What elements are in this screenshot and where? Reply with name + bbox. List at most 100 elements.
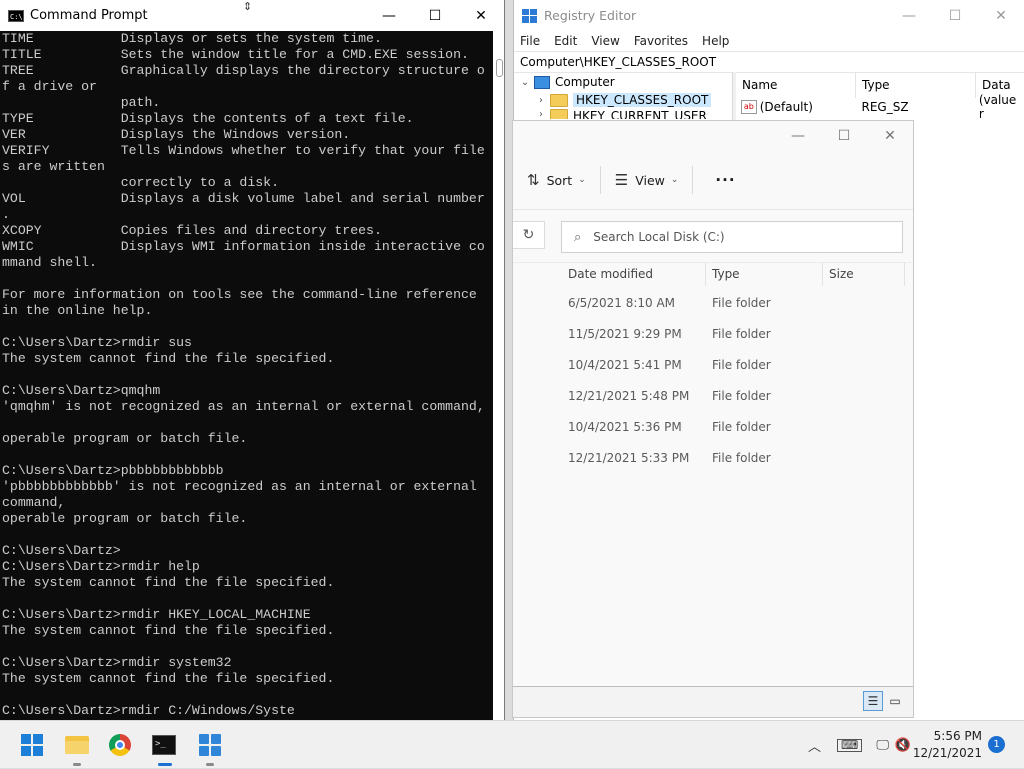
cmd-window-title: Command Prompt (30, 8, 148, 23)
taskbar-registry-editor[interactable] (194, 729, 226, 766)
file-date-modified: 10/4/2021 5:36 PM (568, 419, 682, 434)
column-name[interactable]: Name (736, 72, 856, 98)
show-hidden-icons-chevron-icon[interactable]: ︿ (808, 736, 821, 755)
console-text: TIME Displays or sets the system time. T… (2, 31, 485, 718)
column-date-modified[interactable]: Date modified (562, 262, 706, 286)
volume-muted-icon[interactable]: 🔇 (895, 738, 911, 753)
cmd-scrollbar[interactable] (493, 31, 504, 720)
value-name: (Default) (759, 100, 813, 114)
taskbar-file-explorer[interactable] (61, 729, 93, 766)
explorer-maximize-button[interactable]: ☐ (821, 121, 867, 151)
file-row[interactable]: 12/21/2021 5:48 PM File folder (513, 380, 913, 411)
search-placeholder: Search Local Disk (C:) (593, 230, 725, 244)
explorer-minimize-button[interactable]: — (775, 121, 821, 151)
file-list[interactable]: Date modified Type Size 6/5/2021 8:10 AM… (513, 261, 913, 473)
reg-minimize-button[interactable]: — (886, 0, 932, 31)
registry-editor-icon (522, 8, 537, 23)
cmd-console-output[interactable]: TIME Displays or sets the system time. T… (0, 31, 494, 720)
file-explorer-window[interactable]: — ☐ ✕ ⇅ Sort ⌄ ☰ View ⌄ ··· ↻ ⌕ Search L… (512, 120, 914, 718)
column-size[interactable]: Size (823, 262, 905, 286)
view-button[interactable]: ☰ View ⌄ (615, 171, 679, 189)
file-row[interactable]: 12/21/2021 5:33 PM File folder (513, 442, 913, 473)
column-type[interactable]: Type (706, 262, 823, 286)
cmd-minimize-button[interactable]: — (366, 0, 412, 31)
file-type: File folder (712, 450, 771, 465)
keyboard-icon[interactable]: ⌨ (837, 738, 863, 752)
reg-address-bar[interactable]: Computer\HKEY_CLASSES_ROOT (514, 51, 1024, 73)
chevron-down-icon: ⌄ (578, 175, 586, 185)
tree-label-hkcr: HKEY_CLASSES_ROOT (573, 93, 712, 107)
tiles-view-icon: ▭ (889, 694, 901, 708)
file-type: File folder (712, 326, 771, 341)
details-view-button[interactable]: ☰ (863, 691, 883, 711)
command-prompt-icon: >_ (152, 735, 176, 755)
tree-label-computer: Computer (555, 75, 615, 89)
search-input[interactable]: ⌕ Search Local Disk (C:) (561, 221, 903, 253)
tiles-view-button[interactable]: ▭ (885, 691, 905, 711)
reg-close-button[interactable]: ✕ (978, 0, 1024, 31)
reg-window-title: Registry Editor (544, 8, 637, 23)
chevron-right-icon[interactable]: › (536, 95, 546, 106)
sort-button[interactable]: ⇅ Sort ⌄ (527, 171, 586, 189)
explorer-close-button[interactable]: ✕ (867, 121, 913, 151)
file-type: File folder (712, 388, 771, 403)
explorer-status-bar: ☰ ▭ (513, 686, 913, 717)
cmd-scrollbar-thumb[interactable] (496, 59, 503, 77)
folder-icon (550, 109, 568, 119)
registry-editor-icon (199, 734, 221, 756)
computer-icon (534, 75, 550, 89)
toolbar-separator (692, 166, 694, 194)
explorer-command-bar: ⇅ Sort ⌄ ☰ View ⌄ ··· (513, 151, 913, 210)
file-type: File folder (712, 295, 771, 310)
refresh-icon: ↻ (522, 227, 535, 243)
refresh-button[interactable]: ↻ (513, 221, 545, 249)
explorer-titlebar[interactable]: — ☐ ✕ (513, 121, 913, 151)
menu-favorites[interactable]: Favorites (634, 34, 688, 48)
menu-file[interactable]: File (520, 34, 540, 48)
command-prompt-window[interactable]: C:\ Command Prompt ⇕ — ☐ ✕ TIME Displays… (0, 0, 505, 720)
sort-icon: ⇅ (527, 171, 540, 189)
cmd-close-button[interactable]: ✕ (458, 0, 504, 31)
file-row[interactable]: 10/4/2021 5:36 PM File folder (513, 411, 913, 442)
start-button[interactable] (16, 729, 48, 761)
menu-view[interactable]: View (591, 34, 619, 48)
taskbar-command-prompt[interactable]: >_ (148, 729, 180, 766)
menu-edit[interactable]: Edit (554, 34, 577, 48)
reg-titlebar[interactable]: Registry Editor — ☐ ✕ (514, 0, 1024, 31)
clock-date: 12/21/2021 (912, 746, 982, 760)
view-list-icon: ☰ (614, 171, 629, 189)
system-tray: ︿ ⌨ 🖵 🔇 (808, 721, 911, 769)
explorer-address-row: ↻ ⌕ Search Local Disk (C:) (513, 210, 913, 263)
command-prompt-icon: C:\ (8, 9, 24, 22)
clock[interactable]: 5:56 PM 12/21/2021 (913, 728, 982, 762)
tree-item-computer[interactable]: ⌄ Computer (520, 73, 615, 91)
start-icon (21, 734, 43, 756)
cmd-maximize-button[interactable]: ☐ (412, 0, 458, 31)
file-list-header: Date modified Type Size (513, 261, 913, 287)
file-row[interactable]: 11/5/2021 9:29 PM File folder (513, 318, 913, 349)
tree-label-hkcu: HKEY_CURRENT_USER (573, 109, 707, 119)
column-type[interactable]: Type (856, 72, 976, 98)
cmd-titlebar[interactable]: C:\ Command Prompt ⇕ — ☐ ✕ (0, 0, 504, 31)
menu-help[interactable]: Help (702, 34, 729, 48)
chrome-icon (109, 734, 131, 756)
reg-maximize-button[interactable]: ☐ (932, 0, 978, 31)
file-date-modified: 11/5/2021 9:29 PM (568, 326, 682, 341)
file-date-modified: 12/21/2021 5:33 PM (568, 450, 690, 465)
file-row[interactable]: 10/4/2021 5:41 PM File folder (513, 349, 913, 380)
file-row[interactable]: 6/5/2021 8:10 AM File folder (513, 287, 913, 318)
reg-value-row[interactable]: ab (Default) REG_SZ (value r (736, 93, 1024, 121)
network-icon[interactable]: 🖵 (876, 738, 889, 753)
notification-badge[interactable]: 1 (988, 736, 1005, 753)
reg-menubar: File Edit View Favorites Help (514, 31, 1024, 51)
more-options-button[interactable]: ··· (715, 171, 735, 189)
clock-time: 5:56 PM (933, 729, 982, 743)
file-date-modified: 12/21/2021 5:48 PM (568, 388, 690, 403)
resize-cursor-icon: ⇕ (243, 0, 253, 13)
string-value-icon: ab (741, 100, 757, 114)
tree-item-hkcr[interactable]: › HKEY_CLASSES_ROOT (536, 91, 712, 109)
tree-item-hkcu[interactable]: › HKEY_CURRENT_USER (536, 109, 707, 119)
chevron-right-icon[interactable]: › (536, 109, 546, 119)
chevron-down-icon[interactable]: ⌄ (520, 77, 530, 88)
taskbar-chrome[interactable] (104, 729, 136, 761)
